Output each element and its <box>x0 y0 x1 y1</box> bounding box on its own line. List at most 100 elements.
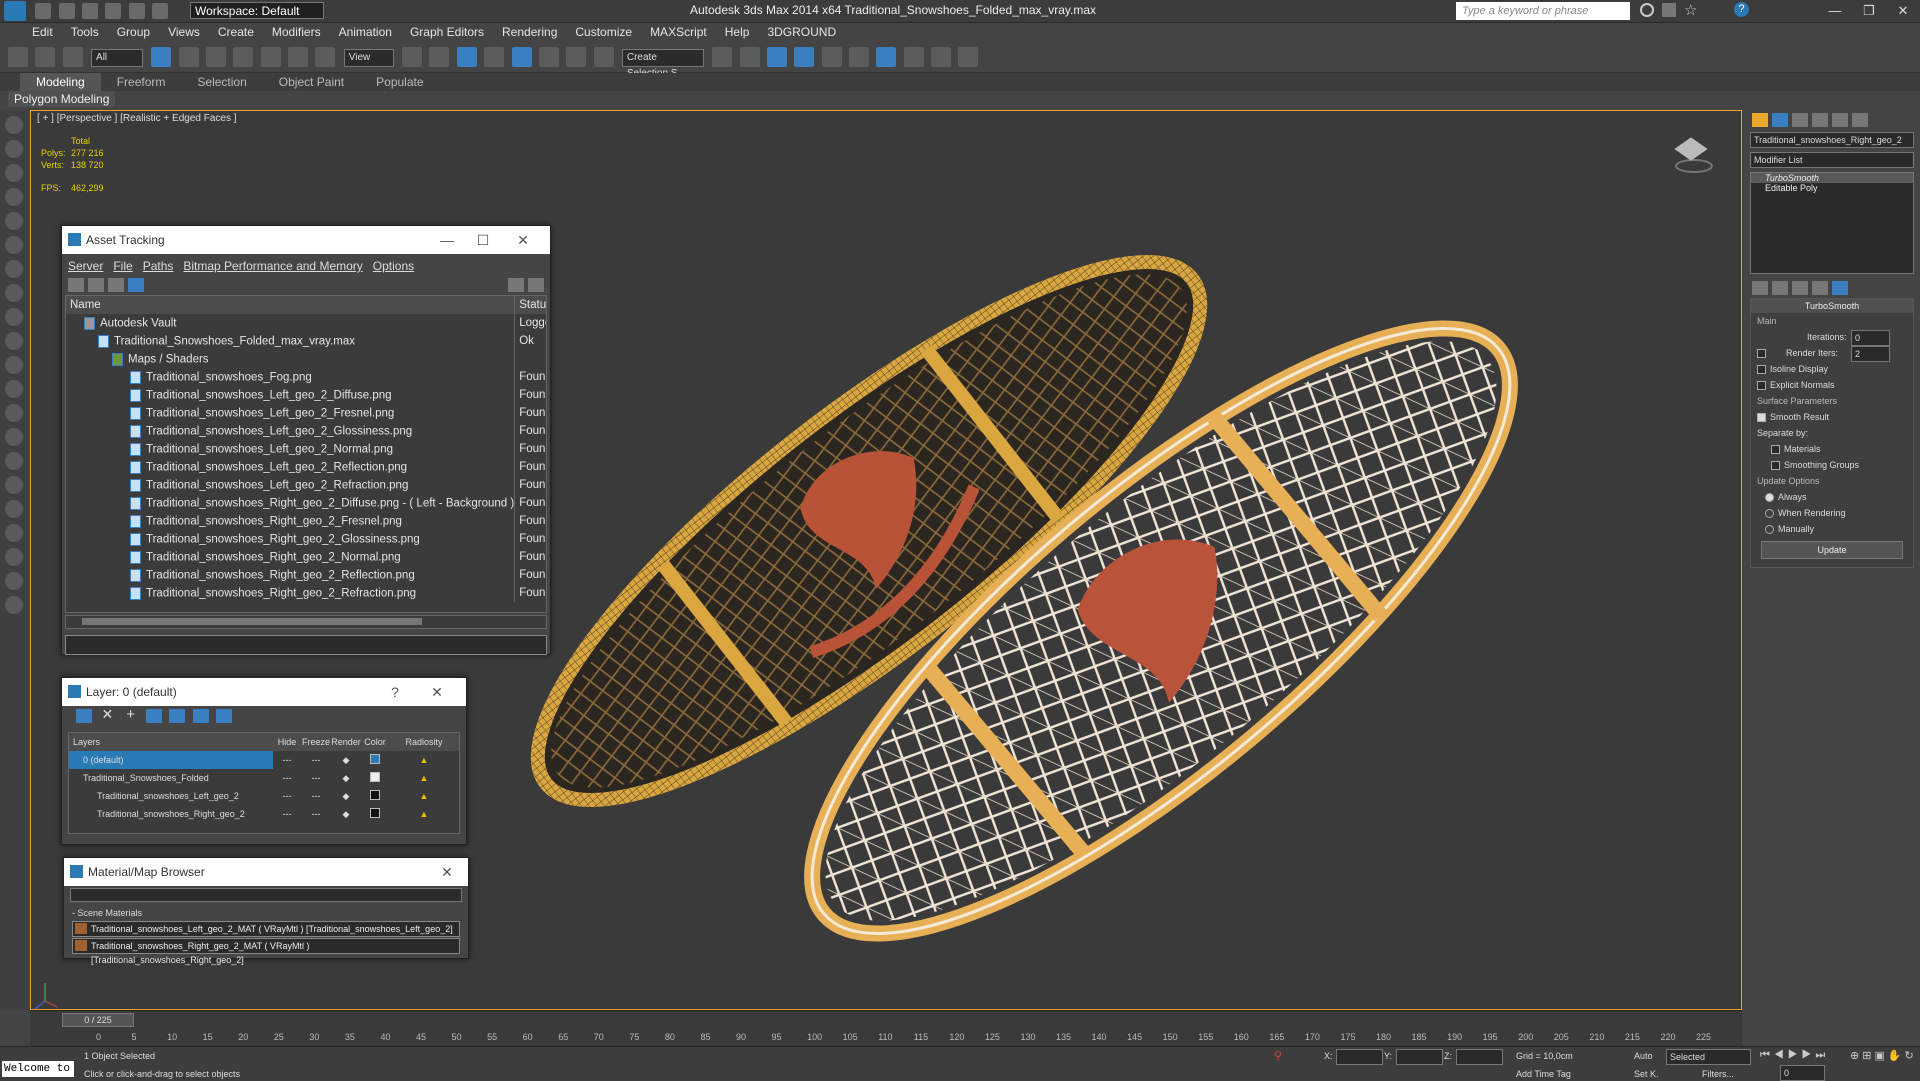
menu-bitmap-performance[interactable]: Bitmap Performance and Memory <box>183 259 362 273</box>
pin-stack-icon[interactable] <box>1752 281 1768 295</box>
lock-selection-icon[interactable]: ⚲ <box>1274 1049 1282 1062</box>
pan-icon[interactable]: ✋ <box>1888 1050 1905 1062</box>
x-coordinate-field[interactable] <box>1336 1049 1383 1065</box>
modify-tab-icon[interactable] <box>1772 113 1788 127</box>
add-to-layer-icon[interactable]: + <box>121 706 141 723</box>
materials-checkbox[interactable] <box>1771 445 1780 455</box>
scale-icon[interactable] <box>315 47 336 67</box>
play-icon[interactable]: ▶ <box>1788 1049 1802 1061</box>
rollout-header[interactable]: TurboSmooth <box>1751 299 1913 313</box>
table-row[interactable]: Autodesk Vault Logge <box>66 314 546 332</box>
col-color[interactable]: Color <box>361 733 389 751</box>
manually-radio-row[interactable]: Manually <box>1751 521 1913 537</box>
iterations-spinner[interactable]: 0 <box>1851 330 1890 346</box>
open-file-icon[interactable] <box>58 3 75 19</box>
horizontal-scrollbar[interactable] <box>65 615 547 629</box>
spacewarp-icon[interactable] <box>5 308 23 326</box>
col-radiosity[interactable]: Radiosity <box>389 733 459 751</box>
current-frame-field[interactable]: 0 <box>1780 1065 1825 1081</box>
select-by-name-icon[interactable] <box>178 47 199 67</box>
utilities-icon[interactable] <box>5 452 23 470</box>
go-to-start-icon[interactable]: ⏮ <box>1760 1049 1774 1061</box>
menu-rendering[interactable]: Rendering <box>493 23 566 41</box>
light-icon[interactable] <box>5 236 23 254</box>
perspective-viewport[interactable]: [ + ] [Perspective ] [Realistic + Edged … <box>30 110 1742 1010</box>
radiosity-icon[interactable]: ▲ <box>389 787 459 805</box>
always-radio-row[interactable]: Always <box>1751 489 1913 505</box>
communication-center-icon[interactable] <box>1662 3 1676 17</box>
time-slider[interactable]: 0 / 225 <box>30 1010 1742 1029</box>
angle-snap-icon[interactable] <box>511 47 532 67</box>
script-icon[interactable] <box>5 572 23 590</box>
settings-icon[interactable] <box>528 278 544 292</box>
object-name-field[interactable]: Traditional_snowshoes_Right_geo_2 <box>1750 132 1914 148</box>
move-icon[interactable] <box>260 47 281 67</box>
help-icon-asset[interactable] <box>508 278 524 292</box>
menu-animation[interactable]: Animation <box>330 23 401 41</box>
menu-tools[interactable]: Tools <box>62 23 108 41</box>
tab-selection[interactable]: Selection <box>181 73 262 91</box>
rotate-icon[interactable] <box>288 47 309 67</box>
rendered-frame-window-icon[interactable] <box>930 47 951 67</box>
display-tab-icon[interactable] <box>1832 113 1848 127</box>
percent-snap-icon[interactable] <box>538 47 559 67</box>
asset-tracking-titlebar[interactable]: Asset Tracking — ☐ ✕ <box>62 226 550 254</box>
smooth-result-row[interactable]: Smooth Result <box>1751 409 1913 425</box>
render-icon[interactable] <box>5 500 23 518</box>
configure-modifier-sets-icon[interactable] <box>1832 281 1848 295</box>
select-and-link-icon[interactable] <box>8 47 28 67</box>
manually-radio[interactable] <box>1765 525 1774 535</box>
utilities-tab-icon[interactable] <box>1852 113 1868 127</box>
layer-color-swatch[interactable] <box>370 808 380 818</box>
menu-help[interactable]: Help <box>716 23 759 41</box>
helper-icon[interactable] <box>5 284 23 302</box>
table-row[interactable]: Traditional_snowshoes_Left_geo_2_Glossin… <box>66 422 546 440</box>
bind-space-warp-icon[interactable] <box>62 47 83 67</box>
help-search-input[interactable]: Type a keyword or phrase <box>1456 2 1630 20</box>
zoom-icon[interactable]: ⊕ <box>1850 1050 1862 1062</box>
project-folder-icon[interactable] <box>152 3 169 19</box>
smoothing-groups-row[interactable]: Smoothing Groups <box>1751 457 1913 473</box>
list-view-icon[interactable] <box>88 278 104 292</box>
auto-key-button[interactable]: Auto <box>1634 1051 1653 1061</box>
orbit-icon[interactable]: ↻ <box>1905 1050 1917 1062</box>
maxscript-listener-field[interactable]: Welcome to <box>2 1061 74 1077</box>
schematic-view-icon[interactable] <box>848 47 869 67</box>
table-row[interactable]: Maps / Shaders <box>66 350 546 368</box>
layer-explorer-icon[interactable] <box>766 47 787 67</box>
menu-group[interactable]: Group <box>108 23 159 41</box>
help-icon-left[interactable] <box>5 596 23 614</box>
hierarchy-tab-icon[interactable] <box>1792 113 1808 127</box>
menu-edit[interactable]: Edit <box>0 23 62 41</box>
selection-filter-dropdown[interactable]: All <box>91 49 144 67</box>
table-row[interactable]: Traditional_snowshoes_Left_geo_2_Normal.… <box>66 440 546 458</box>
minimize-icon[interactable]: — <box>432 226 462 254</box>
show-end-result-icon[interactable] <box>1772 281 1788 295</box>
table-row[interactable]: Traditional_snowshoes_Left_geo_2_Reflect… <box>66 458 546 476</box>
y-coordinate-field[interactable] <box>1396 1049 1443 1065</box>
menu-file[interactable]: File <box>113 259 132 273</box>
menu-server[interactable]: Server <box>68 259 103 273</box>
close-button[interactable]: ✕ <box>1886 0 1920 22</box>
camera-icon[interactable] <box>5 260 23 278</box>
material-item[interactable]: Traditional_snowshoes_Right_geo_2_MAT ( … <box>72 938 460 965</box>
close-icon[interactable]: ✕ <box>508 226 538 254</box>
spinner-snap-icon[interactable] <box>566 47 587 67</box>
previous-frame-icon[interactable]: ◀ <box>1774 1049 1788 1061</box>
layer-row[interactable]: Traditional_Snowshoes_Folded --- --- ◆ ▲ <box>69 769 459 787</box>
layer-color-swatch[interactable] <box>370 790 380 800</box>
radiosity-icon[interactable]: ▲ <box>389 805 459 823</box>
keyboard-shortcut-override-icon[interactable] <box>456 47 477 67</box>
when-rendering-radio-row[interactable]: When Rendering <box>1751 505 1913 521</box>
restore-button[interactable]: ❐ <box>1852 0 1886 22</box>
menu-options[interactable]: Options <box>373 259 414 273</box>
remove-modifier-icon[interactable] <box>1812 281 1828 295</box>
favorites-star-icon[interactable]: ☆ <box>1684 1 1697 19</box>
table-row[interactable]: Traditional_snowshoes_Fog.png Found <box>66 368 546 386</box>
select-manipulate-icon[interactable] <box>429 47 450 67</box>
tree-view-icon[interactable] <box>108 278 124 292</box>
materials-row[interactable]: Materials <box>1751 441 1913 457</box>
select-object-icon[interactable] <box>151 47 172 67</box>
systems-icon[interactable] <box>5 332 23 350</box>
table-row[interactable]: Traditional_snowshoes_Left_geo_2_Fresnel… <box>66 404 546 422</box>
